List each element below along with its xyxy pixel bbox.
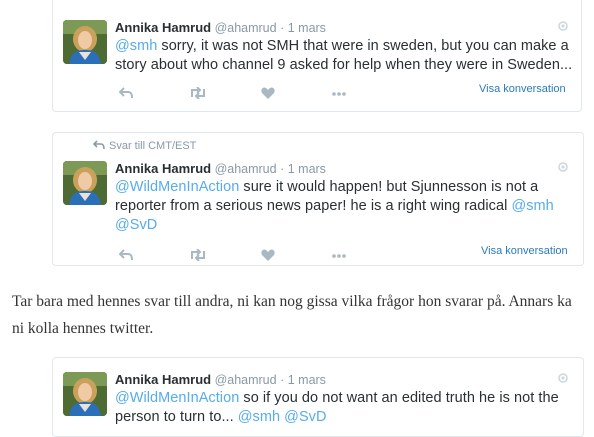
author-name[interactable]: Annika Hamrud	[115, 161, 211, 176]
tweet-text-segment: so if you do not want an edited truth he…	[239, 390, 559, 406]
retweet-icon[interactable]	[189, 86, 207, 102]
tweet-text-line: person to turn to... @smh @SvD	[115, 408, 559, 427]
separator: ·	[280, 21, 285, 35]
mention-link[interactable]: @SvD	[115, 217, 157, 233]
reply-arrow-icon	[92, 140, 105, 153]
reply-context: Svar till CMT/EST	[92, 140, 196, 153]
more-icon[interactable]	[331, 248, 347, 264]
pin-icon	[557, 20, 569, 35]
tweet-text: @WildMenInAction sure it would happen! b…	[115, 178, 554, 235]
tweet-text-segment: person to turn to...	[115, 409, 238, 425]
view-conversation-link[interactable]: Visa konversation	[481, 245, 568, 257]
mention-link[interactable]: @WildMenInAction	[115, 390, 239, 406]
reply-icon[interactable]	[118, 248, 133, 264]
tweet-text-segment: sure it would happen! but Sjunnesson is …	[239, 179, 539, 195]
tweet-text-line: @smh sorry, it was not SMH that were in …	[115, 37, 572, 56]
separator: ·	[280, 373, 285, 387]
avatar[interactable]	[63, 161, 107, 205]
tweet-text-segment: reporter from a serious news paper! he i…	[115, 198, 512, 214]
mention-link[interactable]: @smh	[511, 198, 553, 214]
avatar[interactable]	[63, 20, 107, 64]
reply-context-label[interactable]: Svar till CMT/EST	[109, 140, 196, 152]
tweet-header: Annika Hamrud @ahamrud · 1 mars	[115, 161, 326, 176]
mention-link[interactable]: @WildMenInAction	[115, 179, 239, 195]
tweet-header: Annika Hamrud @ahamrud · 1 mars	[115, 372, 326, 387]
tweet-text: @WildMenInAction so if you do not want a…	[115, 389, 559, 427]
timestamp[interactable]: 1 mars	[288, 21, 326, 35]
author-name[interactable]: Annika Hamrud	[115, 372, 211, 387]
mention-link[interactable]: @smh	[115, 38, 157, 54]
mention-link[interactable]: @SvD	[284, 409, 326, 425]
timestamp[interactable]: 1 mars	[288, 373, 326, 387]
heart-icon[interactable]	[261, 248, 275, 264]
avatar[interactable]	[63, 372, 107, 416]
separator: ·	[280, 162, 285, 176]
tweet-text-line: reporter from a serious news paper! he i…	[115, 197, 554, 216]
author-handle[interactable]: @ahamrud	[215, 373, 277, 387]
retweet-icon[interactable]	[189, 248, 207, 264]
author-name[interactable]: Annika Hamrud	[115, 20, 211, 35]
pin-icon	[557, 372, 569, 387]
tweet-card[interactable]: Svar till CMT/EST Annika Hamrud @ahamrud…	[52, 132, 584, 266]
tweet-card[interactable]: Annika Hamrud @ahamrud · 1 mars @smh sor…	[52, 0, 582, 112]
tweet-text-line: @SvD	[115, 216, 554, 235]
tweet-text-line: @WildMenInAction sure it would happen! b…	[115, 178, 554, 197]
heart-icon[interactable]	[261, 86, 275, 102]
mention-link[interactable]: @smh	[238, 409, 280, 425]
blog-paragraph-line: ni kolla hennes twitter.	[12, 320, 154, 337]
tweet-text-line: @WildMenInAction so if you do not want a…	[115, 389, 559, 408]
blog-paragraph-line: Tar bara med hennes svar till andra, ni …	[12, 293, 572, 310]
author-handle[interactable]: @ahamrud	[215, 21, 277, 35]
pin-icon	[557, 161, 569, 176]
tweet-text-line: story about who channel 9 asked for help…	[115, 57, 573, 73]
reply-icon[interactable]	[118, 86, 133, 102]
timestamp[interactable]: 1 mars	[288, 162, 326, 176]
tweet-header: Annika Hamrud @ahamrud · 1 mars	[115, 20, 326, 35]
author-handle[interactable]: @ahamrud	[215, 162, 277, 176]
blog-paragraph: Tar bara med hennes svar till andra, ni …	[12, 288, 594, 342]
tweet-card[interactable]: Annika Hamrud @ahamrud · 1 mars @WildMen…	[52, 357, 584, 437]
more-icon[interactable]	[331, 86, 347, 102]
view-conversation-link[interactable]: Visa konversation	[479, 83, 566, 95]
tweet-text: @smh sorry, it was not SMH that were in …	[115, 37, 572, 75]
tweet-text-segment: sorry, it was not SMH that were in swede…	[157, 38, 569, 54]
